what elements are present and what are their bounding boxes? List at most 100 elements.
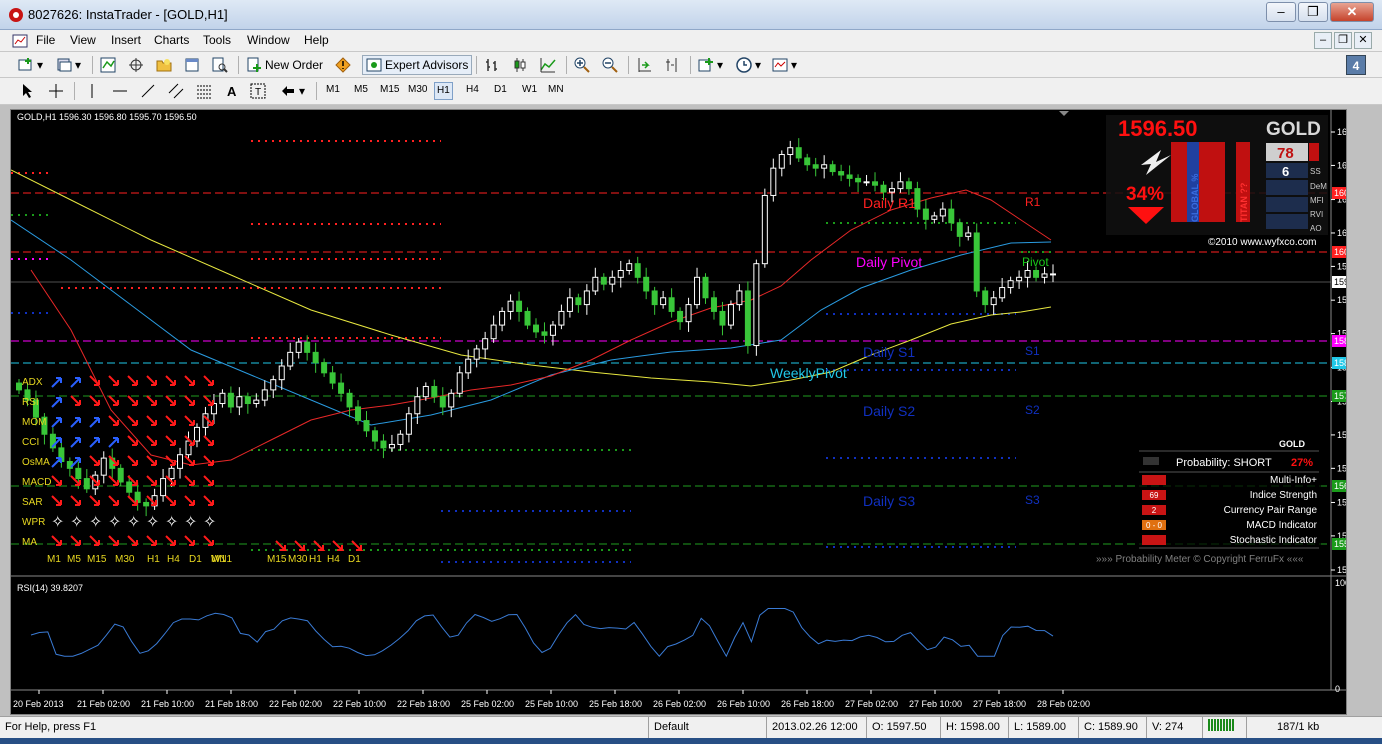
candle-body	[905, 181, 912, 190]
periods-button[interactable]: ▾	[736, 55, 761, 75]
menu-view[interactable]: View	[70, 33, 96, 47]
timeframe-h1[interactable]: H1	[434, 82, 453, 100]
new-chart-button[interactable]: ▾	[18, 55, 43, 75]
vertical-line-tool[interactable]	[84, 81, 100, 101]
panel-tag-ao: AO	[1310, 224, 1322, 233]
candlestick-button[interactable]	[512, 55, 528, 75]
data-window-button[interactable]	[128, 55, 144, 75]
time-axis-label: 26 Feb 10:00	[717, 699, 770, 709]
panel-copyright: ©2010 www.wyfxco.com	[1208, 237, 1317, 248]
market-watch-button[interactable]	[100, 55, 116, 75]
matrix-row-label: ADX	[22, 377, 43, 388]
candle-body	[304, 341, 311, 353]
trendline-tool[interactable]	[140, 81, 156, 101]
candle-body	[558, 310, 565, 326]
vertical-line-icon	[91, 84, 93, 98]
matrix-col2-label: D1	[348, 554, 361, 565]
timeframe-m1[interactable]: M1	[326, 84, 340, 95]
candle-body	[872, 181, 879, 186]
equidistant-channel-tool[interactable]	[168, 81, 184, 101]
notification-badge[interactable]: 4	[1346, 55, 1366, 75]
candle-body	[456, 372, 463, 394]
timeframe-m5[interactable]: M5	[354, 84, 368, 95]
candle-body	[838, 171, 845, 176]
menu-charts[interactable]: Charts	[154, 33, 189, 47]
timeframe-mn[interactable]: MN	[548, 84, 564, 95]
menu-tools[interactable]: Tools	[203, 33, 231, 47]
time-axis-label: 25 Feb 18:00	[589, 699, 642, 709]
expert-advisors-button[interactable]: Expert Advisors	[362, 55, 473, 75]
candle-body	[583, 290, 590, 306]
candle-body	[338, 382, 345, 394]
price-tag-label: 1565.87	[1334, 481, 1346, 491]
new-order-button[interactable]: New Order	[246, 55, 323, 75]
zoom-out-icon	[602, 57, 618, 73]
label-weekly-pivot: WeeklyPivot	[770, 365, 847, 381]
crosshair-tool[interactable]	[48, 81, 64, 101]
bar-chart-button[interactable]	[484, 55, 500, 75]
horizontal-line-tool[interactable]	[112, 81, 128, 101]
new-chart-icon	[18, 58, 32, 71]
zoom-in-button[interactable]	[574, 55, 590, 75]
timeframe-h4[interactable]: H4	[466, 84, 479, 95]
timeframe-m15[interactable]: M15	[380, 84, 399, 95]
restore-button[interactable]: ❐	[1298, 2, 1328, 22]
price-tag-label: 1609.67	[1334, 188, 1346, 198]
close-button[interactable]: ✕	[1330, 2, 1374, 22]
candle-body	[516, 300, 523, 312]
line-chart-button[interactable]	[540, 55, 556, 75]
prob-row-label: Stochastic Indicator	[1230, 535, 1318, 546]
status-close: C: 1589.90	[1078, 717, 1146, 739]
terminal-button[interactable]	[184, 55, 200, 75]
candle-body	[414, 396, 421, 415]
matrix-col-label: M30	[115, 554, 135, 565]
candle-body	[795, 147, 802, 159]
candle-body	[100, 457, 107, 476]
candle-body	[490, 324, 497, 340]
candle-body	[922, 208, 929, 220]
time-axis-label: 22 Feb 18:00	[397, 699, 450, 709]
chart-minimize-button[interactable]: –	[1314, 32, 1332, 49]
market-watch-icon	[100, 57, 116, 73]
fibonacci-tool[interactable]	[196, 81, 212, 101]
chart-shift-button[interactable]	[664, 55, 680, 75]
strategy-tester-button[interactable]	[212, 55, 228, 75]
time-axis-label: 27 Feb 10:00	[909, 699, 962, 709]
prob-row-label: MACD Indicator	[1246, 520, 1317, 531]
time-axis-label: 22 Feb 10:00	[333, 699, 386, 709]
timeframe-w1[interactable]: W1	[522, 84, 537, 95]
chart-restore-button[interactable]: ❐	[1334, 32, 1352, 49]
cursor-tool[interactable]	[20, 81, 36, 101]
autotrading-warning-button[interactable]	[335, 55, 351, 75]
candle-body	[227, 392, 234, 408]
menu-help[interactable]: Help	[304, 33, 329, 47]
candle-body	[948, 208, 955, 224]
candle-body	[549, 324, 556, 336]
minimize-button[interactable]: –	[1266, 2, 1296, 22]
timeframe-m30[interactable]: M30	[408, 84, 427, 95]
candle-body	[744, 290, 751, 347]
strength-panel: 1596.50 GOLD GLOBAL % TITAN ?? 34% 78 6 …	[1106, 115, 1328, 248]
label-daily-r1: Daily R1	[863, 195, 916, 211]
profiles-button[interactable]: ▾	[56, 55, 81, 75]
candle-body	[405, 413, 412, 435]
price-axis-label: 1568.00	[1337, 463, 1346, 473]
candle-body	[117, 467, 124, 483]
chart-window[interactable]: Daily R1 R1 Daily Pivot Pivot Daily S1 S…	[10, 109, 1370, 715]
price-chart[interactable]: Daily R1 R1 Daily Pivot Pivot Daily S1 S…	[10, 110, 1370, 714]
auto-scroll-button[interactable]	[636, 55, 652, 75]
navigator-button[interactable]	[156, 55, 172, 75]
menu-window[interactable]: Window	[247, 33, 290, 47]
menu-file[interactable]: File	[36, 33, 55, 47]
title-bar: 8027626: InstaTrader - [GOLD,H1] – ❐ ✕	[0, 0, 1382, 30]
text-tool[interactable]: A	[224, 81, 240, 101]
timeframe-d1[interactable]: D1	[494, 84, 507, 95]
templates-button[interactable]: ▾	[772, 55, 797, 75]
indicators-button[interactable]: ▾	[698, 55, 723, 75]
neutral-star-icon: ✧	[146, 514, 159, 531]
text-label-tool[interactable]: T	[250, 81, 266, 101]
zoom-out-button[interactable]	[602, 55, 618, 75]
arrows-tool[interactable]: ▾	[280, 81, 305, 101]
menu-insert[interactable]: Insert	[111, 33, 141, 47]
chart-close-button[interactable]: ✕	[1354, 32, 1372, 49]
